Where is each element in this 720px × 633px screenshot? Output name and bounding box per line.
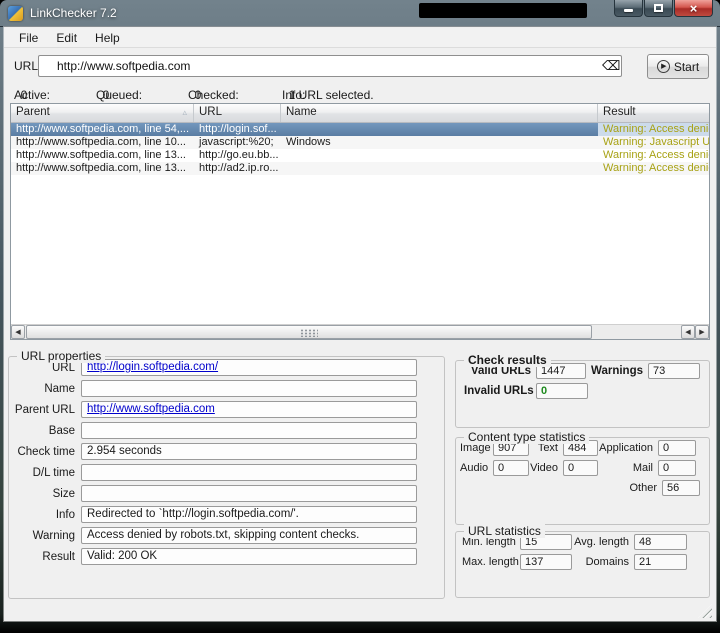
field-label: Size <box>9 488 81 500</box>
max-length-label: Max. length <box>462 556 520 568</box>
table-row[interactable]: http://www.softpedia.com, line 13... htt… <box>11 162 709 175</box>
group-title: URL statistics <box>464 524 545 538</box>
scroll-right-button[interactable]: ▶ <box>695 325 709 339</box>
column-header-parent[interactable]: Parent▵ <box>11 104 194 122</box>
menu-file[interactable]: File <box>10 29 47 47</box>
field-label: Name <box>9 383 81 395</box>
horizontal-scrollbar[interactable]: ◀ ◀ ▶ <box>11 324 709 339</box>
table-row[interactable]: http://www.softpedia.com, line 54,... ht… <box>11 123 709 136</box>
status-checked: Checked: 0 <box>188 85 195 99</box>
column-header-url[interactable]: URL <box>194 104 281 122</box>
minimize-icon <box>624 9 633 12</box>
url-bar: URL: ⌫ ▶ Start <box>4 51 716 81</box>
url-properties-group: URL properties URLhttp://login.softpedia… <box>8 356 445 599</box>
field-value-parent-url[interactable]: http://www.softpedia.com <box>81 401 417 418</box>
mail-label: Mail <box>598 462 658 474</box>
table-header: Parent▵ URL Name Result <box>11 104 709 123</box>
titlebar[interactable]: LinkChecker 7.2 × <box>0 0 720 27</box>
menu-help[interactable]: Help <box>86 29 129 47</box>
field-label: Result <box>9 551 81 563</box>
table-row[interactable]: http://www.softpedia.com, line 10... jav… <box>11 136 709 149</box>
check-results-group: Check results Valid URLs 1447 Warnings 7… <box>455 360 710 428</box>
close-button[interactable]: × <box>674 0 713 17</box>
url-input[interactable] <box>38 55 622 77</box>
start-button-label: Start <box>674 60 699 74</box>
group-title: Content type statistics <box>464 430 589 444</box>
clear-input-icon[interactable]: ⌫ <box>602 58 620 74</box>
maximize-button[interactable] <box>644 0 673 17</box>
column-header-name[interactable]: Name <box>281 104 598 122</box>
audio-label: Audio <box>460 462 493 474</box>
menu-edit[interactable]: Edit <box>47 29 86 47</box>
app-window: LinkChecker 7.2 × File Edit Help URL: ⌫ … <box>0 0 720 633</box>
field-value-size <box>81 485 417 502</box>
invalid-urls-value: 0 <box>536 383 588 399</box>
minimize-button[interactable] <box>614 0 643 17</box>
field-value-dl-time <box>81 464 417 481</box>
scrollbar-thumb[interactable] <box>26 325 592 339</box>
warnings-value: 73 <box>648 363 700 379</box>
url-statistics-group: URL statistics Min. length 15 Avg. lengt… <box>455 531 710 598</box>
column-header-result[interactable]: Result <box>598 104 709 122</box>
field-label: Check time <box>9 446 81 458</box>
field-value-base <box>81 422 417 439</box>
scroll-right-icon: ▶ <box>699 328 704 336</box>
invalid-urls-label: Invalid URLs <box>464 385 536 397</box>
avg-length-label: Avg. length <box>572 536 634 548</box>
field-value-name <box>81 380 417 397</box>
start-button[interactable]: ▶ Start <box>647 54 709 79</box>
application-value: 0 <box>658 440 696 456</box>
scroll-left-icon: ◀ <box>685 328 690 336</box>
video-label: Video <box>529 462 563 474</box>
field-label: URL <box>9 362 81 374</box>
scroll-left-icon: ◀ <box>15 328 20 336</box>
mail-value: 0 <box>658 460 696 476</box>
field-value-warning: Access denied by robots.txt, skipping co… <box>81 527 417 544</box>
close-icon: × <box>690 1 698 16</box>
audio-value: 0 <box>493 460 529 476</box>
status-active: Active: 0 <box>14 85 21 99</box>
redacted-area <box>419 3 587 18</box>
window-title: LinkChecker 7.2 <box>30 6 117 20</box>
app-icon <box>8 6 23 21</box>
field-value-result: Valid: 200 OK <box>81 548 417 565</box>
field-label: Info <box>9 509 81 521</box>
max-length-value: 137 <box>520 554 572 570</box>
warnings-label: Warnings <box>586 365 648 377</box>
table-body: http://www.softpedia.com, line 54,... ht… <box>11 123 709 324</box>
status-queued: Queued: 0 <box>96 85 103 99</box>
scroll-left-button[interactable]: ◀ <box>11 325 25 339</box>
domains-value: 21 <box>634 554 687 570</box>
avg-length-value: 48 <box>634 534 687 550</box>
scroll-left-button-2[interactable]: ◀ <box>681 325 695 339</box>
status-info: Info: 1 URL selected. <box>282 85 289 99</box>
application-label: Application <box>598 442 658 454</box>
field-label: Warning <box>9 530 81 542</box>
field-label: Parent URL <box>9 404 81 416</box>
field-value-info: Redirected to `http://login.softpedia.co… <box>81 506 417 523</box>
other-label: Other <box>460 482 662 494</box>
resize-grip[interactable] <box>698 604 712 618</box>
scrollbar-grip-icon <box>300 329 318 337</box>
group-title: URL properties <box>17 349 105 363</box>
group-title: Check results <box>464 353 551 367</box>
client-area: File Edit Help URL: ⌫ ▶ Start Active: 0 … <box>4 27 716 621</box>
results-table: Parent▵ URL Name Result http://www.softp… <box>10 103 710 340</box>
table-row[interactable]: http://www.softpedia.com, line 13... htt… <box>11 149 709 162</box>
field-value-url[interactable]: http://login.softpedia.com/ <box>81 359 417 376</box>
content-type-statistics-group: Content type statistics Image 907 Text 4… <box>455 437 710 525</box>
field-label: Base <box>9 425 81 437</box>
sort-ascending-icon: ▵ <box>182 107 187 118</box>
scrollbar-track[interactable] <box>593 325 681 339</box>
status-row: Active: 0 Queued: 0 Checked: 0 Info: 1 U… <box>4 82 716 102</box>
video-value: 0 <box>563 460 598 476</box>
other-value: 56 <box>662 480 700 496</box>
domains-label: Domains <box>572 556 634 568</box>
field-label: D/L time <box>9 467 81 479</box>
play-icon: ▶ <box>657 60 670 73</box>
field-value-check-time: 2.954 seconds <box>81 443 417 460</box>
maximize-icon <box>654 4 663 12</box>
menu-bar: File Edit Help <box>4 28 716 48</box>
